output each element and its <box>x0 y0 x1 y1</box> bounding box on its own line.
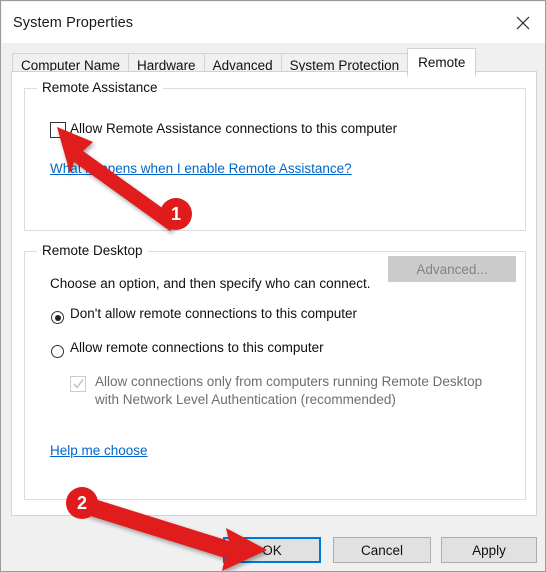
remote-desktop-group-title: Remote Desktop <box>37 243 148 258</box>
window-title: System Properties <box>13 14 134 31</box>
tab-content-remote: Remote Assistance Allow Remote Assistanc… <box>11 71 537 562</box>
title-bar: System Properties <box>2 2 545 43</box>
ok-button[interactable]: OK <box>223 537 321 563</box>
system-properties-dialog: System Properties Computer Name Hardware… <box>0 0 546 572</box>
remote-assistance-help-link[interactable]: What happens when I enable Remote Assist… <box>50 161 352 176</box>
apply-button[interactable]: Apply <box>441 537 537 563</box>
remote-assistance-group-title: Remote Assistance <box>37 80 163 95</box>
radio-selected-dot <box>54 314 61 321</box>
remote-desktop-group: Remote Desktop Choose an option, and the… <box>24 243 526 500</box>
help-me-choose-link[interactable]: Help me choose <box>50 443 148 458</box>
close-icon[interactable] <box>500 2 545 43</box>
network-level-authentication-checkbox[interactable] <box>70 376 86 392</box>
allow-remote-assistance-label: Allow Remote Assistance connections to t… <box>70 121 398 136</box>
radio-allow-remote-connections-label: Allow remote connections to this compute… <box>70 340 324 355</box>
annotation-badge-2: 2 <box>66 487 98 519</box>
tab-remote[interactable]: Remote <box>407 48 477 77</box>
checkmark-icon <box>73 379 84 389</box>
remote-assistance-group: Remote Assistance Allow Remote Assistanc… <box>24 80 526 231</box>
radio-allow-remote-connections[interactable] <box>51 345 64 358</box>
radio-dont-allow-remote-connections-label: Don't allow remote connections to this c… <box>70 306 357 321</box>
allow-remote-assistance-checkbox[interactable] <box>50 122 66 138</box>
network-level-authentication-label-line1: Allow connections only from computers ru… <box>95 374 483 389</box>
radio-dont-allow-remote-connections[interactable] <box>51 311 64 324</box>
annotation-badge-1: 1 <box>160 198 192 230</box>
remote-desktop-instruction: Choose an option, and then specify who c… <box>50 276 371 291</box>
network-level-authentication-label-line2: with Network Level Authentication (recom… <box>95 392 396 407</box>
cancel-button[interactable]: Cancel <box>333 537 431 563</box>
